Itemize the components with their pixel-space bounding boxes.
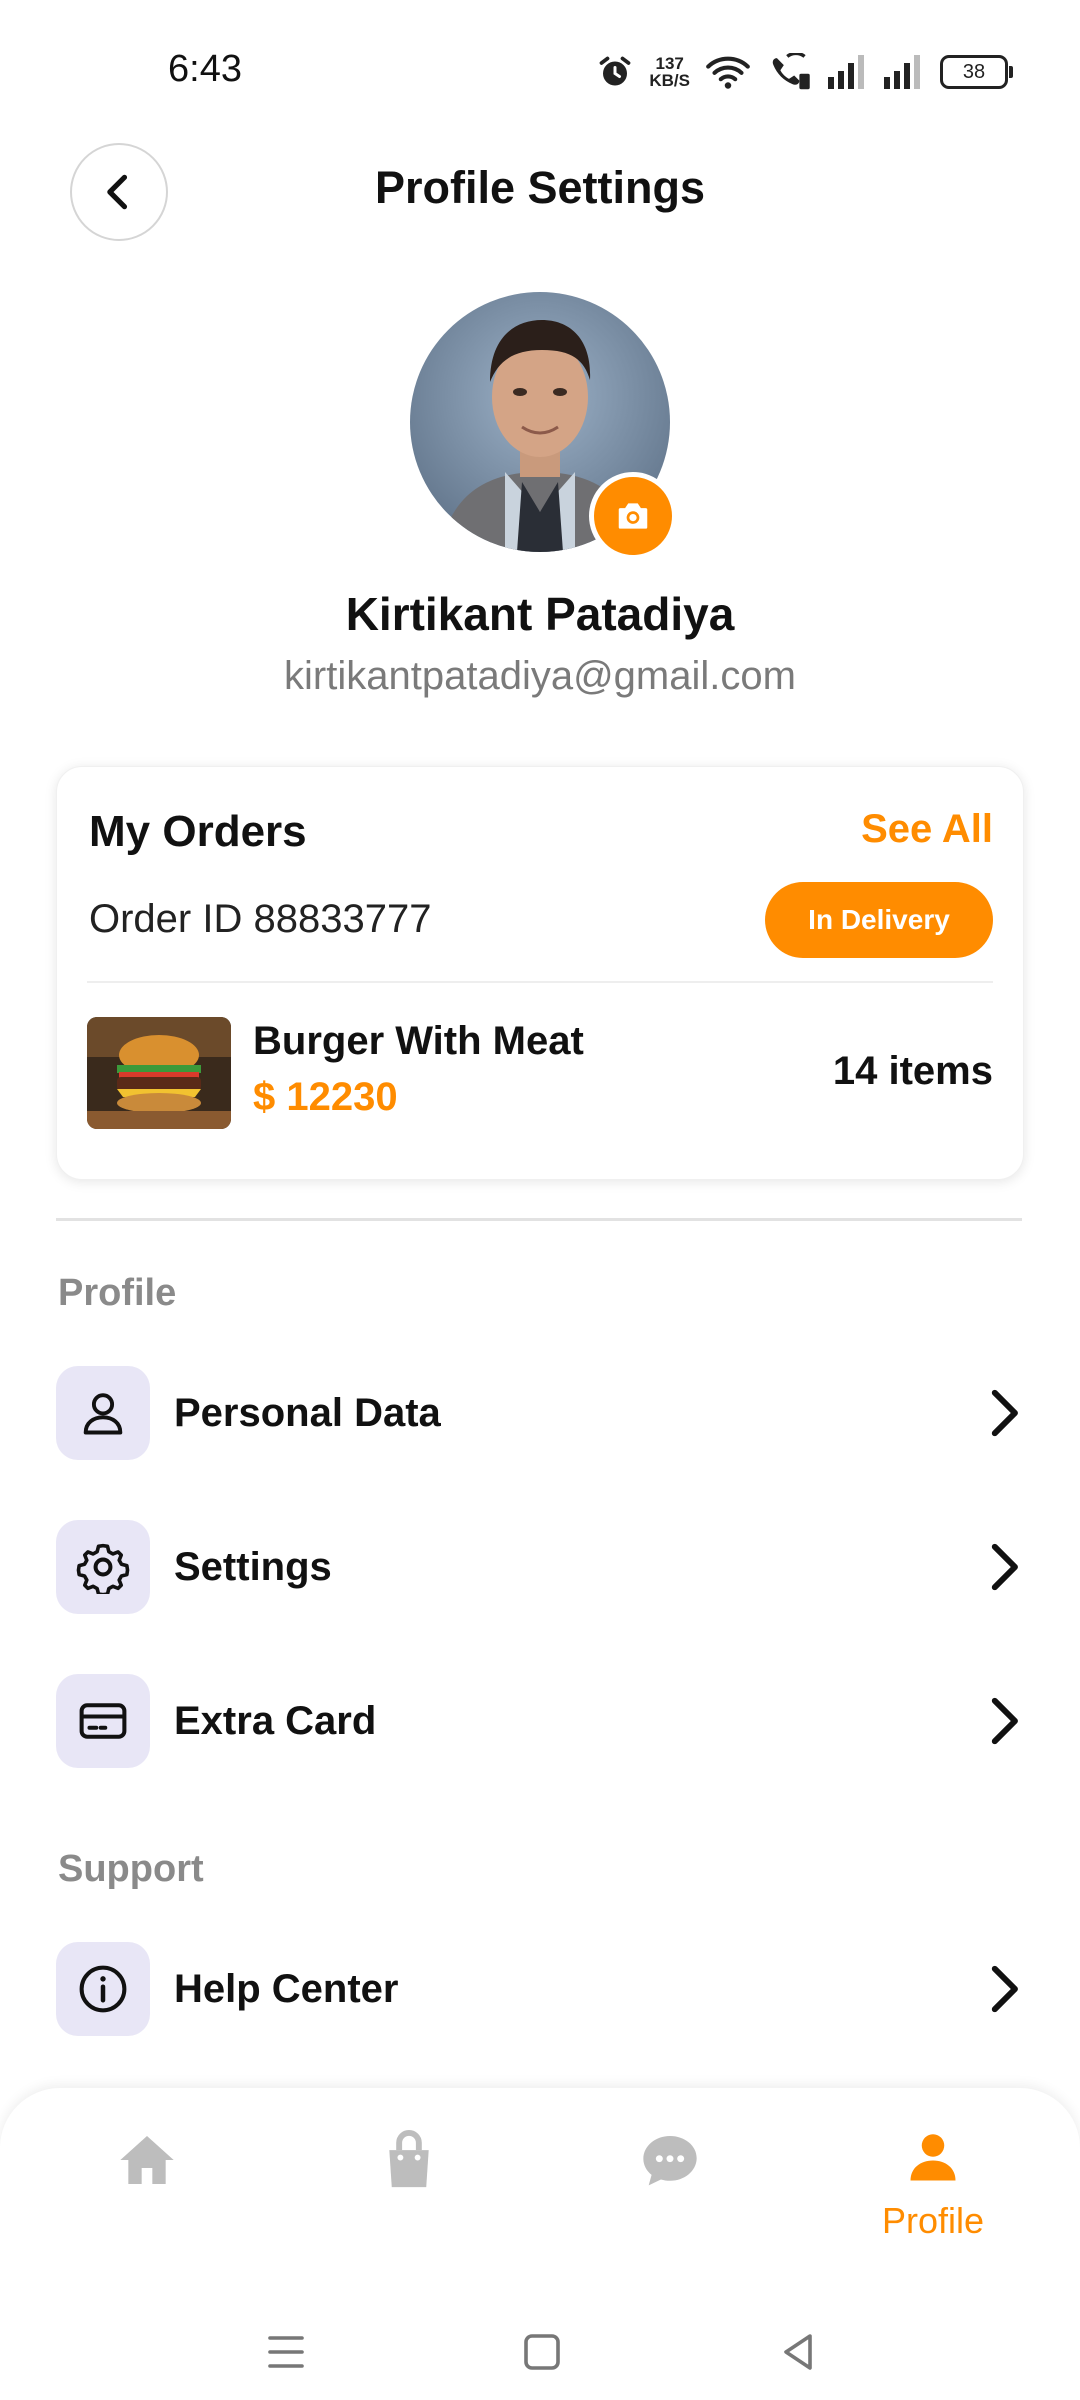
user-icon xyxy=(83,1393,123,1435)
back-nav-icon[interactable] xyxy=(776,2330,820,2374)
order-item-name: Burger With Meat xyxy=(253,1019,584,1063)
signal-icon-2 xyxy=(884,55,920,89)
menu-item-help-center[interactable]: Help Center xyxy=(56,1942,1024,2036)
wifi-call-icon xyxy=(772,53,810,90)
user-name: Kirtikant Patadiya xyxy=(345,588,735,640)
orders-title: My Orders xyxy=(89,807,307,856)
order-item-count: 14 items xyxy=(832,1049,993,1093)
page-title: Profile Settings xyxy=(374,162,706,213)
profile-icon xyxy=(910,2134,956,2181)
order-item-price: $ 12230 xyxy=(253,1075,398,1119)
nav-messages[interactable] xyxy=(590,2128,750,2268)
nav-profile-label: Profile xyxy=(881,2200,985,2241)
gear-icon xyxy=(76,1543,130,1594)
support-section-title: Support xyxy=(58,1848,204,1890)
alarm-icon xyxy=(600,56,631,86)
chat-icon xyxy=(643,2136,697,2186)
card-icon xyxy=(79,1703,127,1739)
chevron-right-icon xyxy=(991,1543,1018,1591)
menu-item-settings[interactable]: Settings xyxy=(56,1520,1024,1614)
chevron-right-icon xyxy=(991,1965,1018,2013)
system-nav-bar xyxy=(0,2320,1080,2390)
user-email: kirtikantpatadiya@gmail.com xyxy=(284,654,796,698)
menu-label-settings: Settings xyxy=(174,1544,332,1589)
wifi-icon xyxy=(706,56,750,89)
menu-label-personal-data: Personal Data xyxy=(174,1390,441,1435)
battery-indicator: 38 xyxy=(940,55,1013,89)
signal-icon xyxy=(828,55,864,89)
section-divider xyxy=(56,1218,1022,1221)
bag-icon xyxy=(389,2129,429,2188)
camera-icon xyxy=(618,503,648,529)
nav-home[interactable] xyxy=(67,2128,227,2268)
home-icon xyxy=(120,2136,174,2184)
see-all-link[interactable]: See All xyxy=(861,807,993,852)
menu-label-extra-card: Extra Card xyxy=(174,1698,377,1743)
my-orders-card: My Orders See All Order ID 88833777 In D… xyxy=(56,766,1024,1180)
profile-section-title: Profile xyxy=(58,1272,177,1314)
info-icon xyxy=(79,1965,127,2013)
change-photo-button[interactable] xyxy=(589,472,677,560)
bottom-nav: Profile xyxy=(0,2088,1080,2400)
network-speed: 137 KB/S xyxy=(649,54,690,90)
card-divider xyxy=(87,981,993,983)
food-thumbnail xyxy=(87,1017,231,1129)
chevron-right-icon xyxy=(991,1389,1018,1437)
menu-item-extra-card[interactable]: Extra Card xyxy=(56,1674,1024,1768)
nav-orders[interactable] xyxy=(329,2128,489,2268)
chevron-right-icon xyxy=(991,1697,1018,1745)
order-id: Order ID 88833777 xyxy=(89,897,432,941)
nav-profile[interactable]: Profile xyxy=(853,2128,1013,2268)
menu-label-help-center: Help Center xyxy=(174,1966,399,2011)
recents-icon[interactable] xyxy=(264,2332,308,2372)
status-icons: 137 KB/S 38 xyxy=(597,50,1013,94)
home-nav-icon[interactable] xyxy=(520,2330,564,2374)
menu-item-personal-data[interactable]: Personal Data xyxy=(56,1366,1024,1460)
status-time: 6:43 xyxy=(168,48,242,90)
order-status-badge: In Delivery xyxy=(765,882,993,958)
